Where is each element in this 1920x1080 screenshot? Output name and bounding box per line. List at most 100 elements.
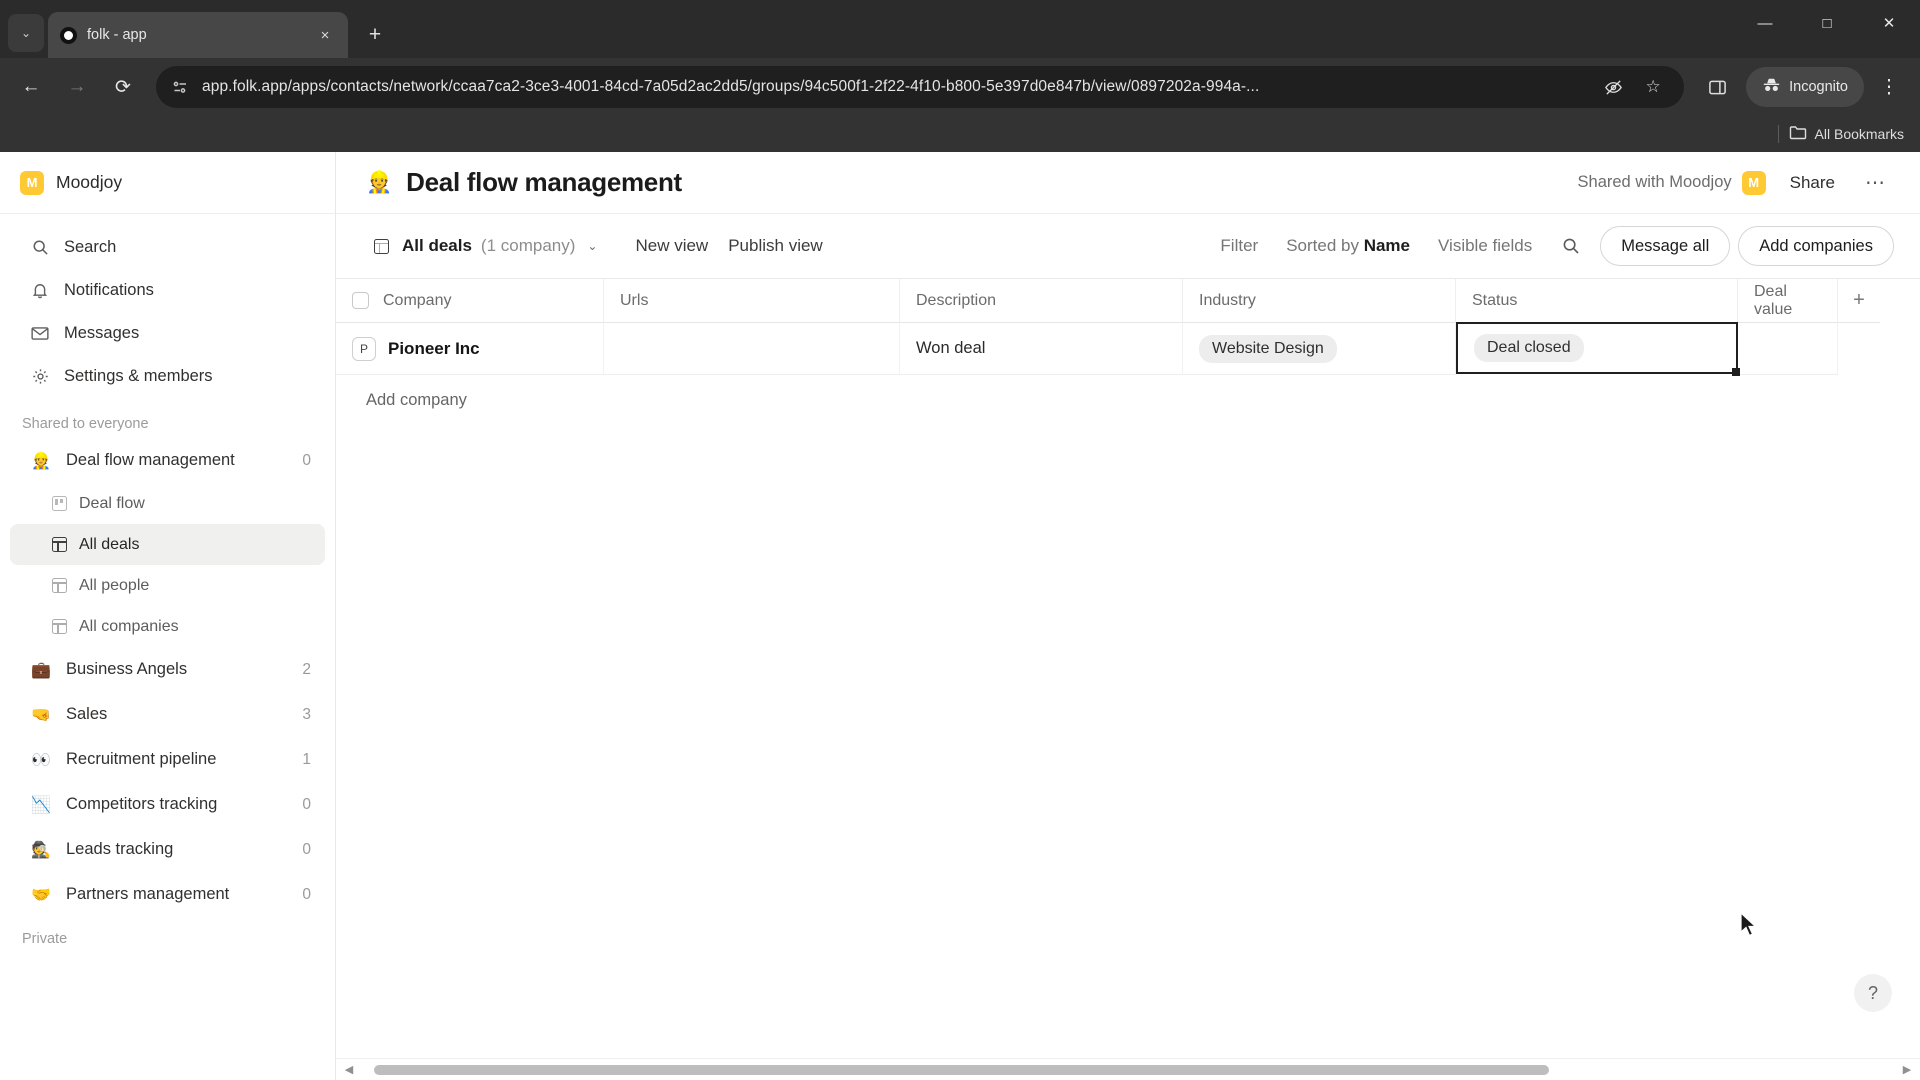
more-options-button[interactable]: ⋯ (1859, 170, 1892, 195)
message-all-button[interactable]: Message all (1600, 226, 1731, 266)
sidebar-view-all-people[interactable]: All people (10, 565, 325, 606)
close-icon[interactable]: × (314, 24, 336, 46)
column-header-urls[interactable]: Urls (604, 279, 900, 323)
share-button[interactable]: Share (1784, 167, 1841, 199)
column-header-industry[interactable]: Industry (1183, 279, 1456, 323)
select-all-checkbox[interactable] (352, 292, 369, 309)
tab-strip: ⌄ folk - app × + — □ ✕ (0, 0, 1920, 58)
cell-deal-value[interactable] (1738, 323, 1838, 375)
sidebar-item-label: Settings & members (64, 367, 213, 385)
reload-button[interactable]: ⟳ (102, 66, 144, 108)
sidebar-item-label: Sales (66, 705, 108, 723)
tab-title: folk - app (87, 27, 147, 43)
divider (1777, 125, 1779, 143)
sidebar-item-count: 0 (302, 795, 311, 813)
forward-button[interactable]: → (56, 66, 98, 108)
sidebar-item-search[interactable]: Search (10, 226, 325, 269)
sidebar-item-recruitment-pipeline[interactable]: 👀 Recruitment pipeline 1 (10, 737, 325, 782)
filter-button[interactable]: Filter (1210, 230, 1268, 262)
fist-bump-icon: 🤜 (31, 706, 51, 724)
new-tab-button[interactable]: + (358, 18, 392, 52)
tab-search-button[interactable]: ⌄ (8, 14, 44, 52)
gear-icon (30, 368, 50, 385)
sidebar-item-sales[interactable]: 🤜 Sales 3 (10, 692, 325, 737)
sidebar-item-business-angels[interactable]: 💼 Business Angels 2 (10, 647, 325, 692)
back-button[interactable]: ← (10, 66, 52, 108)
add-companies-button[interactable]: Add companies (1738, 226, 1894, 266)
folder-icon (1789, 125, 1807, 143)
sort-button[interactable]: Sorted by Name (1276, 230, 1420, 262)
column-header-status[interactable]: Status (1456, 279, 1738, 323)
sidebar-section-shared: Shared to everyone (22, 416, 149, 432)
browser-menu-button[interactable]: ⋮ (1868, 66, 1910, 108)
add-company-button[interactable]: Add company (336, 375, 1920, 410)
view-selector[interactable]: All deals (1 company) ⌄ (402, 236, 597, 256)
cell-selection-handle[interactable] (1732, 368, 1740, 376)
sidebar-item-label: Notifications (64, 281, 154, 299)
cell-company[interactable]: P Pioneer Inc (336, 323, 604, 375)
side-panel-icon[interactable] (1696, 66, 1738, 108)
search-icon[interactable] (1556, 237, 1586, 255)
scroll-left-icon[interactable]: ◀ (340, 1063, 358, 1076)
incognito-indicator[interactable]: Incognito (1746, 67, 1864, 107)
workspace-avatar: M (20, 170, 44, 195)
cell-industry[interactable]: Website Design (1183, 323, 1456, 375)
detective-icon: 🕵️ (31, 841, 51, 859)
cell-description[interactable]: Won deal (900, 323, 1183, 375)
scrollbar-track[interactable] (362, 1063, 1894, 1076)
column-header-company[interactable]: Company (336, 279, 604, 323)
scrollbar-thumb[interactable] (374, 1064, 1549, 1075)
view-name: All deals (402, 236, 472, 255)
construction-worker-icon: 👷 (366, 170, 393, 194)
add-column-button[interactable]: + (1838, 279, 1880, 323)
all-bookmarks-button[interactable]: All Bookmarks (1789, 125, 1904, 143)
sidebar-item-count: 0 (302, 885, 311, 903)
workspace-switcher[interactable]: M Moodjoy (0, 152, 335, 214)
help-button[interactable]: ? (1854, 974, 1892, 1012)
browser-toolbar: ← → ⟳ app.folk.app/apps/contacts/network… (0, 58, 1920, 116)
sidebar-item-label: Messages (64, 324, 140, 342)
sidebar-view-label: Deal flow (79, 494, 145, 512)
visible-fields-button[interactable]: Visible fields (1428, 230, 1542, 262)
minimize-button[interactable]: — (1734, 0, 1796, 46)
new-view-button[interactable]: New view (625, 230, 718, 262)
status-badge: Deal closed (1474, 334, 1584, 362)
cell-status[interactable]: Deal closed (1456, 322, 1740, 376)
page-header: 👷 Deal flow management Shared with Moodj… (336, 152, 1920, 214)
column-header-description[interactable]: Description (900, 279, 1183, 323)
sidebar-item-messages[interactable]: Messages (10, 312, 325, 355)
eye-off-icon[interactable] (1596, 70, 1630, 104)
search-icon (30, 239, 50, 256)
sidebar-item-settings[interactable]: Settings & members (10, 355, 325, 398)
browser-tab[interactable]: folk - app × (48, 12, 348, 58)
column-header-deal-value[interactable]: Deal value (1738, 279, 1838, 323)
publish-view-button[interactable]: Publish view (718, 230, 833, 262)
sidebar-item-competitors-tracking[interactable]: 📉 Competitors tracking 0 (10, 782, 325, 827)
sidebar-view-all-companies[interactable]: All companies (10, 606, 325, 647)
cell-urls[interactable] (604, 323, 900, 375)
sidebar-item-deal-flow-management[interactable]: 👷 Deal flow management 0 (10, 438, 325, 483)
sidebar-view-all-deals[interactable]: All deals (10, 524, 325, 565)
chart-decreasing-icon: 📉 (31, 796, 51, 814)
url-text: app.folk.app/apps/contacts/network/ccaa7… (202, 78, 1260, 95)
shared-with-indicator[interactable]: Shared with Moodjoy M (1577, 170, 1766, 195)
sidebar-item-count: 3 (302, 705, 311, 723)
mouse-cursor (1740, 912, 1758, 937)
sidebar-item-label: Recruitment pipeline (66, 750, 217, 768)
sidebar-item-partners-management[interactable]: 🤝 Partners management 0 (10, 872, 325, 917)
construction-worker-icon: 👷 (31, 452, 51, 470)
maximize-button[interactable]: □ (1796, 0, 1858, 46)
sidebar-item-count: 0 (302, 451, 311, 469)
sidebar-view-deal-flow[interactable]: Deal flow (10, 483, 325, 524)
column-header-label: Urls (620, 291, 649, 309)
horizontal-scrollbar[interactable]: ◀ ▶ (336, 1058, 1920, 1080)
sidebar-item-notifications[interactable]: Notifications (10, 269, 325, 312)
scroll-right-icon[interactable]: ▶ (1898, 1063, 1916, 1076)
page-info-icon[interactable] (170, 77, 190, 97)
sidebar-item-label: Competitors tracking (66, 795, 218, 813)
sidebar-item-leads-tracking[interactable]: 🕵️ Leads tracking 0 (10, 827, 325, 872)
address-bar[interactable]: app.folk.app/apps/contacts/network/ccaa7… (156, 66, 1685, 108)
close-window-button[interactable]: ✕ (1858, 0, 1920, 46)
bookmark-star-icon[interactable]: ☆ (1636, 70, 1670, 104)
shared-with-label: Shared with Moodjoy (1577, 173, 1732, 191)
